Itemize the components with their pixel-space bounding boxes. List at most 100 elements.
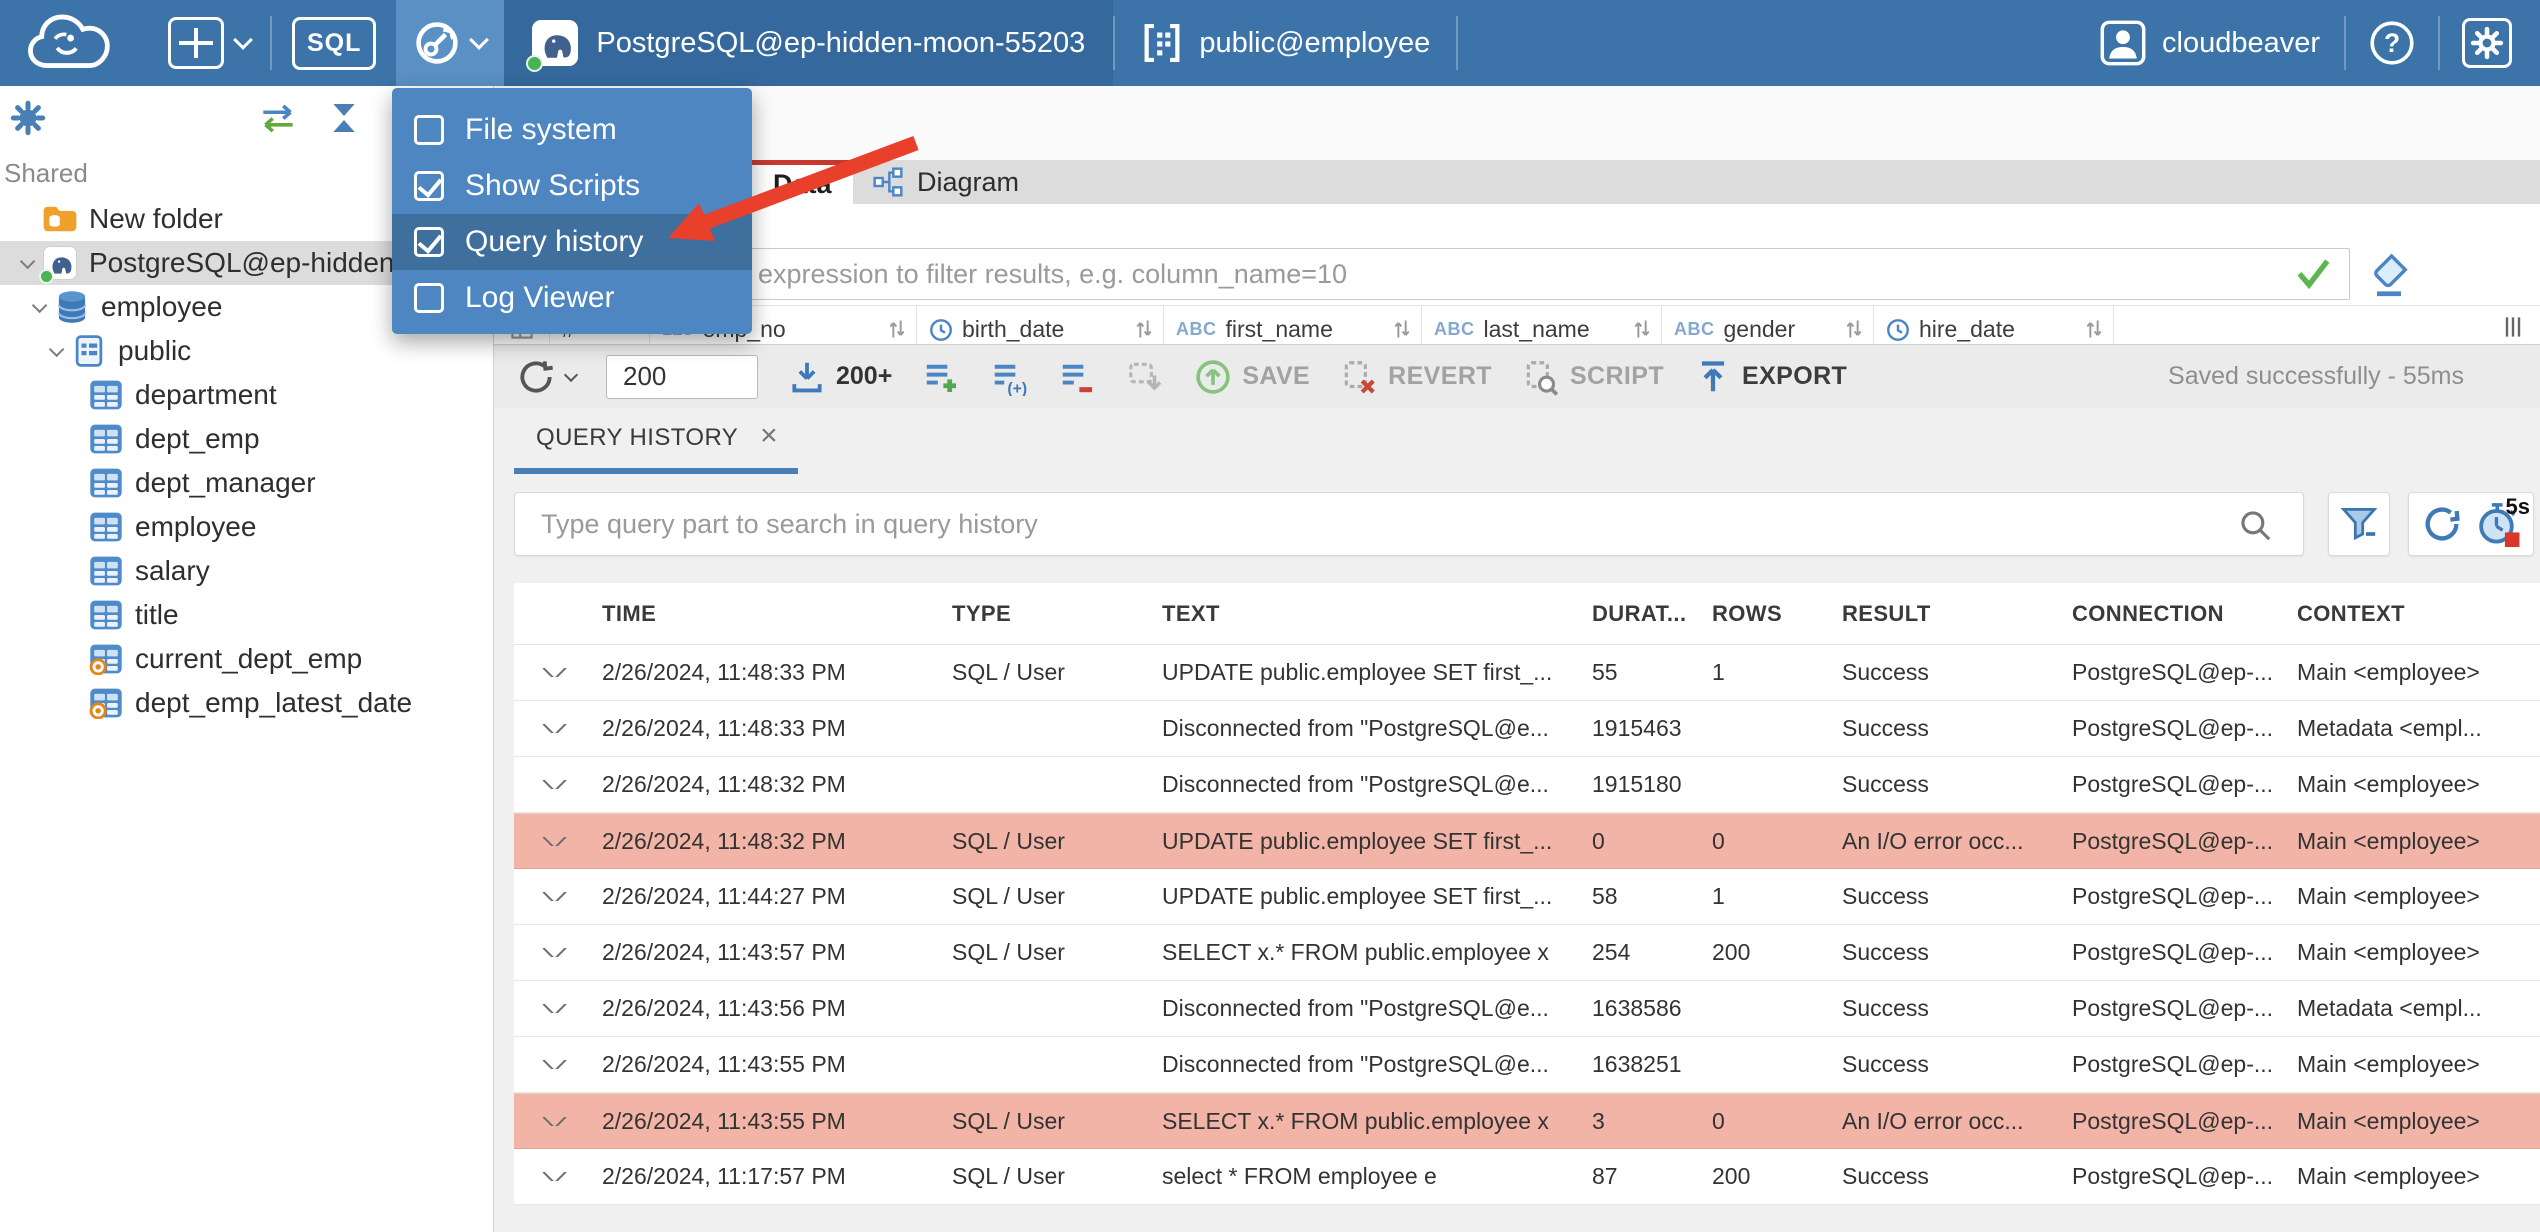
fetch-more-button[interactable]: 200+	[788, 358, 892, 396]
tree-item-department[interactable]: department	[0, 373, 493, 417]
tree-item-dept-emp-latest-date[interactable]: dept_emp_latest_date	[0, 681, 493, 725]
delete-row-button[interactable]	[1058, 358, 1096, 396]
history-refresh-group[interactable]: 5s	[2408, 492, 2534, 556]
query-history-search-input[interactable]	[514, 492, 2304, 556]
delete-row-icon	[1063, 364, 1093, 392]
expand-chevron-icon[interactable]	[541, 724, 567, 733]
refresh-icon[interactable]	[2421, 503, 2463, 545]
qh-cell-context: Main <employee>	[2297, 771, 2480, 797]
query-history-panel: QUERY HISTORY × Type query part to searc…	[494, 408, 2540, 1232]
help-button[interactable]: ?	[2346, 0, 2438, 86]
apply-filter-check-icon[interactable]	[2294, 254, 2332, 297]
expand-chevron-icon[interactable]	[541, 668, 567, 677]
menu-item-query-history[interactable]: Query history	[392, 214, 752, 270]
expand-chevron-icon[interactable]	[541, 1004, 567, 1013]
grid-column-first-name[interactable]: ABC first_name	[1164, 306, 1422, 344]
user-menu[interactable]: cloudbeaver	[2076, 20, 2344, 66]
query-history-row[interactable]: 2/26/2024, 11:48:33 PM SQL / User UPDATE p…	[514, 645, 2540, 701]
query-history-row[interactable]: 2/26/2024, 11:44:27 PM SQL / User UPDATE p…	[514, 869, 2540, 925]
tree-item-current-dept-emp[interactable]: current_dept_emp	[0, 637, 493, 681]
menu-item-file-system[interactable]: File system	[392, 102, 752, 158]
cloudbeaver-logo-icon[interactable]	[26, 12, 118, 74]
save-button[interactable]: SAVE	[1194, 358, 1310, 396]
expand-chevron-icon[interactable]	[541, 1116, 567, 1126]
row-limit-input[interactable]	[606, 354, 758, 399]
grid-column-hire-date[interactable]: hire_date	[1874, 306, 2114, 344]
qh-cell-duration: 58	[1592, 883, 1618, 909]
tree-item-label: department	[135, 379, 277, 410]
chevron-down-icon[interactable]	[8, 253, 42, 269]
filter-expression-input[interactable]	[735, 248, 2350, 300]
close-icon[interactable]: ×	[760, 421, 778, 451]
expand-chevron-icon[interactable]	[541, 1060, 567, 1069]
revert-label: REVERT	[1388, 362, 1492, 390]
grid-column-gender[interactable]: ABC gender	[1662, 306, 1874, 344]
qh-cell-text: UPDATE public.employee SET first_...	[1162, 827, 1553, 854]
tree-item-employee[interactable]: employee	[0, 505, 493, 549]
query-history-row[interactable]: 2/26/2024, 11:48:32 PM SQL / User UPDATE p…	[514, 813, 2540, 869]
spacer	[494, 204, 2540, 243]
grid-panel-toggle-icon[interactable]	[2486, 306, 2540, 344]
menu-item-log-viewer[interactable]: Log Viewer	[392, 270, 752, 326]
filter-funnel-icon	[2340, 508, 2378, 541]
tab-diagram[interactable]: Diagram	[848, 160, 1043, 204]
tools-menu-button[interactable]	[396, 0, 505, 86]
tree-item-title[interactable]: title	[0, 593, 493, 637]
tree-item-label: employee	[135, 511, 257, 542]
query-history-row[interactable]: 2/26/2024, 11:17:57 PM SQL / User select *…	[514, 1149, 2540, 1205]
grid-column-last-name[interactable]: ABC last_name	[1422, 306, 1662, 344]
expand-chevron-icon[interactable]	[541, 780, 567, 789]
export-button[interactable]: EXPORT	[1694, 358, 1847, 396]
sync-connection-icon[interactable]	[255, 102, 301, 134]
editor-tabstrip: Data Diagram	[494, 160, 2540, 204]
new-object-button[interactable]	[148, 0, 270, 86]
qh-col-type: TYPE	[952, 600, 1012, 626]
query-history-row[interactable]: 2/26/2024, 11:48:32 PM Disconnected from …	[514, 757, 2540, 813]
qh-cell-time: 2/26/2024, 11:44:27 PM	[602, 883, 846, 909]
collapse-all-icon[interactable]	[325, 100, 363, 136]
expand-chevron-icon[interactable]	[541, 948, 567, 957]
menu-item-label: Query history	[465, 225, 644, 258]
tree-item-dept-emp[interactable]: dept_emp	[0, 417, 493, 461]
query-history-row[interactable]: 2/26/2024, 11:43:56 PM Disconnected from …	[514, 981, 2540, 1037]
new-sql-editor-button[interactable]: SQL	[272, 0, 396, 86]
script-button[interactable]: SCRIPT	[1522, 358, 1664, 396]
qh-cell-rows: 200	[1712, 939, 1751, 965]
menu-item-show-scripts[interactable]: Show Scripts	[392, 158, 752, 214]
tree-item-public[interactable]: public	[0, 329, 493, 373]
tree-item-dept-manager[interactable]: dept_manager	[0, 461, 493, 505]
add-row-button[interactable]	[922, 358, 960, 396]
table-icon	[88, 465, 124, 501]
chevron-down-icon[interactable]	[37, 341, 71, 357]
query-history-row[interactable]: 2/26/2024, 11:43:57 PM SQL / User SELECT x…	[514, 925, 2540, 981]
checkbox-icon[interactable]	[414, 283, 444, 313]
refresh-button[interactable]	[516, 357, 579, 397]
chevron-down-icon[interactable]	[20, 297, 54, 313]
expand-chevron-icon[interactable]	[541, 836, 567, 846]
query-history-row[interactable]: 2/26/2024, 11:48:33 PM Disconnected from …	[514, 701, 2540, 757]
user-icon	[2100, 20, 2146, 66]
tab-query-history[interactable]: QUERY HISTORY ×	[514, 408, 799, 474]
revert-button[interactable]: REVERT	[1340, 358, 1492, 396]
qh-cell-context: Main <employee>	[2297, 659, 2480, 685]
checkbox-icon[interactable]	[414, 171, 444, 201]
checkbox-icon[interactable]	[414, 115, 444, 145]
tree-item-salary[interactable]: salary	[0, 549, 493, 593]
history-filter-button[interactable]	[2328, 492, 2390, 556]
schema-selector[interactable]: public@employee	[1115, 0, 1456, 86]
query-history-row[interactable]: 2/26/2024, 11:43:55 PM SQL / User SELECT x…	[514, 1093, 2540, 1149]
checkbox-icon[interactable]	[414, 227, 444, 257]
dump-data-button[interactable]	[1126, 358, 1164, 396]
qh-cell-duration: 1638586	[1592, 995, 1682, 1021]
connection-selector[interactable]: PostgreSQL@ep-hidden-moon-55203	[504, 0, 1114, 86]
duplicate-row-button[interactable]: (+)	[990, 358, 1028, 396]
settings-button[interactable]	[2440, 0, 2534, 86]
expand-chevron-icon[interactable]	[541, 1172, 567, 1181]
sidebar-settings-gear-icon[interactable]	[10, 100, 46, 136]
grid-column-birth-date[interactable]: birth_date	[917, 306, 1164, 344]
search-icon	[2238, 508, 2272, 547]
tab-data[interactable]: Data	[752, 160, 853, 204]
expand-chevron-icon[interactable]	[541, 892, 567, 901]
clear-filter-eraser-icon[interactable]	[2366, 250, 2412, 301]
query-history-row[interactable]: 2/26/2024, 11:43:55 PM Disconnected from …	[514, 1037, 2540, 1093]
